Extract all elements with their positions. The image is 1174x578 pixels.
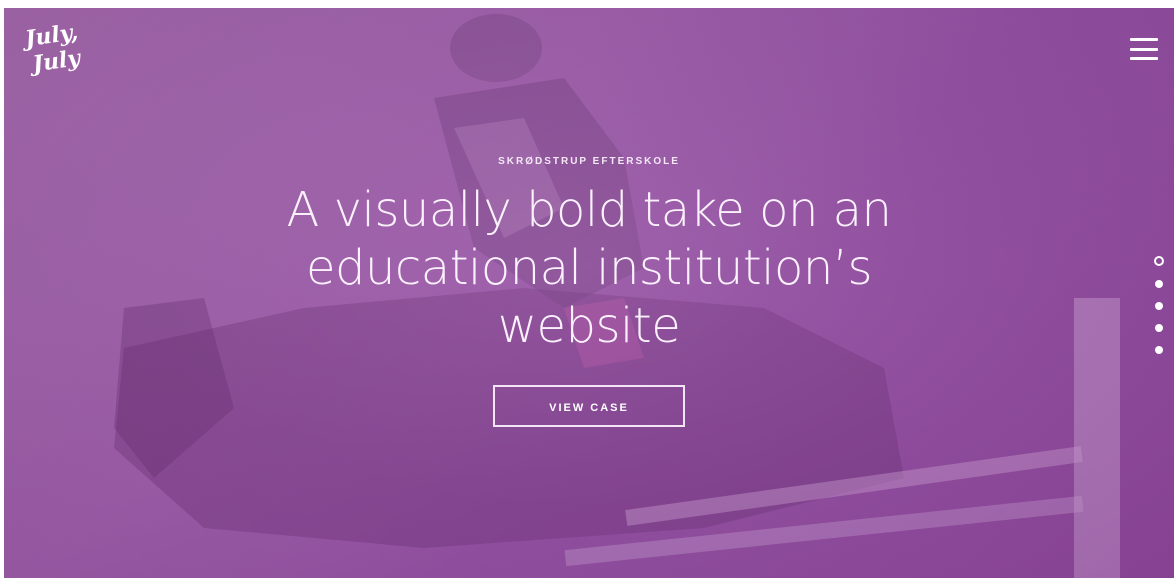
hamburger-icon[interactable] <box>1130 38 1158 60</box>
menu-bar <box>1130 38 1158 41</box>
hero-section: July, July SKRØDSTRUP EFTERSKOLE A visua… <box>4 8 1174 578</box>
brand-logo[interactable]: July, July <box>23 18 92 96</box>
slide-dot-3[interactable] <box>1155 302 1163 310</box>
hero-content: SKRØDSTRUP EFTERSKOLE A visually bold ta… <box>4 156 1174 427</box>
hero-headline: A visually bold take on an educational i… <box>286 182 892 354</box>
slide-dot-2[interactable] <box>1155 280 1163 288</box>
project-client: SKRØDSTRUP EFTERSKOLE <box>498 156 680 167</box>
slide-dot-5[interactable] <box>1155 346 1163 354</box>
menu-bar <box>1130 57 1158 60</box>
view-case-button[interactable]: VIEW CASE <box>493 385 685 427</box>
menu-bar <box>1130 47 1158 51</box>
slide-pagination <box>1154 256 1164 354</box>
slide-dot-1[interactable] <box>1154 256 1164 266</box>
slide-dot-4[interactable] <box>1155 324 1163 332</box>
